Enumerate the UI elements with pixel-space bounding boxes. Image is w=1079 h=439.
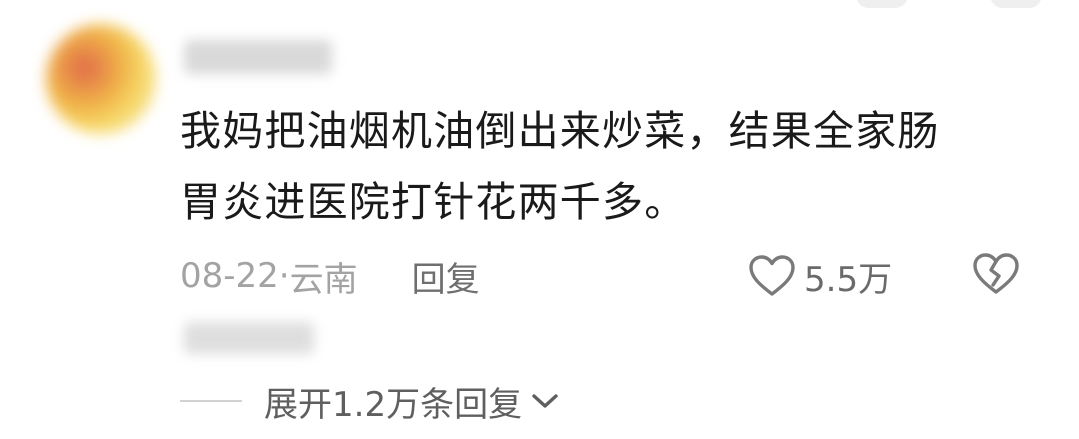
comment-meta: 08-22 · 云南 回复: [180, 252, 480, 300]
expand-replies-label: 展开1.2万条回复: [264, 384, 523, 425]
comment-text: 我妈把油烟机油倒出来炒菜，结果全家肠 胃炎进医院打针花两千多。: [180, 96, 1020, 238]
comment-line: 我妈把油烟机油倒出来炒菜，结果全家肠: [180, 107, 940, 155]
reply-button[interactable]: 回复: [412, 252, 480, 301]
divider: [180, 400, 242, 402]
like-count: 5.5万: [804, 259, 893, 300]
comment-date: 08-22: [180, 256, 279, 296]
like-button[interactable]: 5.5万: [748, 250, 892, 302]
broken-heart-icon: [972, 252, 1020, 296]
avatar[interactable]: [46, 24, 156, 134]
chevron-down-icon: [522, 390, 560, 412]
comment-line: 胃炎进医院打针花两千多。: [180, 178, 687, 226]
dislike-button[interactable]: [972, 252, 1020, 296]
top-control[interactable]: [856, 0, 908, 8]
blurred-tag: [184, 322, 314, 354]
top-control[interactable]: [990, 0, 1042, 8]
heart-outline-icon: [748, 254, 796, 298]
comment-item: 我妈把油烟机油倒出来炒菜，结果全家肠 胃炎进医院打针花两千多。 08-22 · …: [0, 0, 1079, 439]
expand-replies-button[interactable]: 展开1.2万条回复: [180, 374, 560, 428]
meta-separator: ·: [278, 256, 290, 296]
username-blurred[interactable]: [184, 40, 332, 74]
comment-location: 云南: [289, 259, 358, 300]
